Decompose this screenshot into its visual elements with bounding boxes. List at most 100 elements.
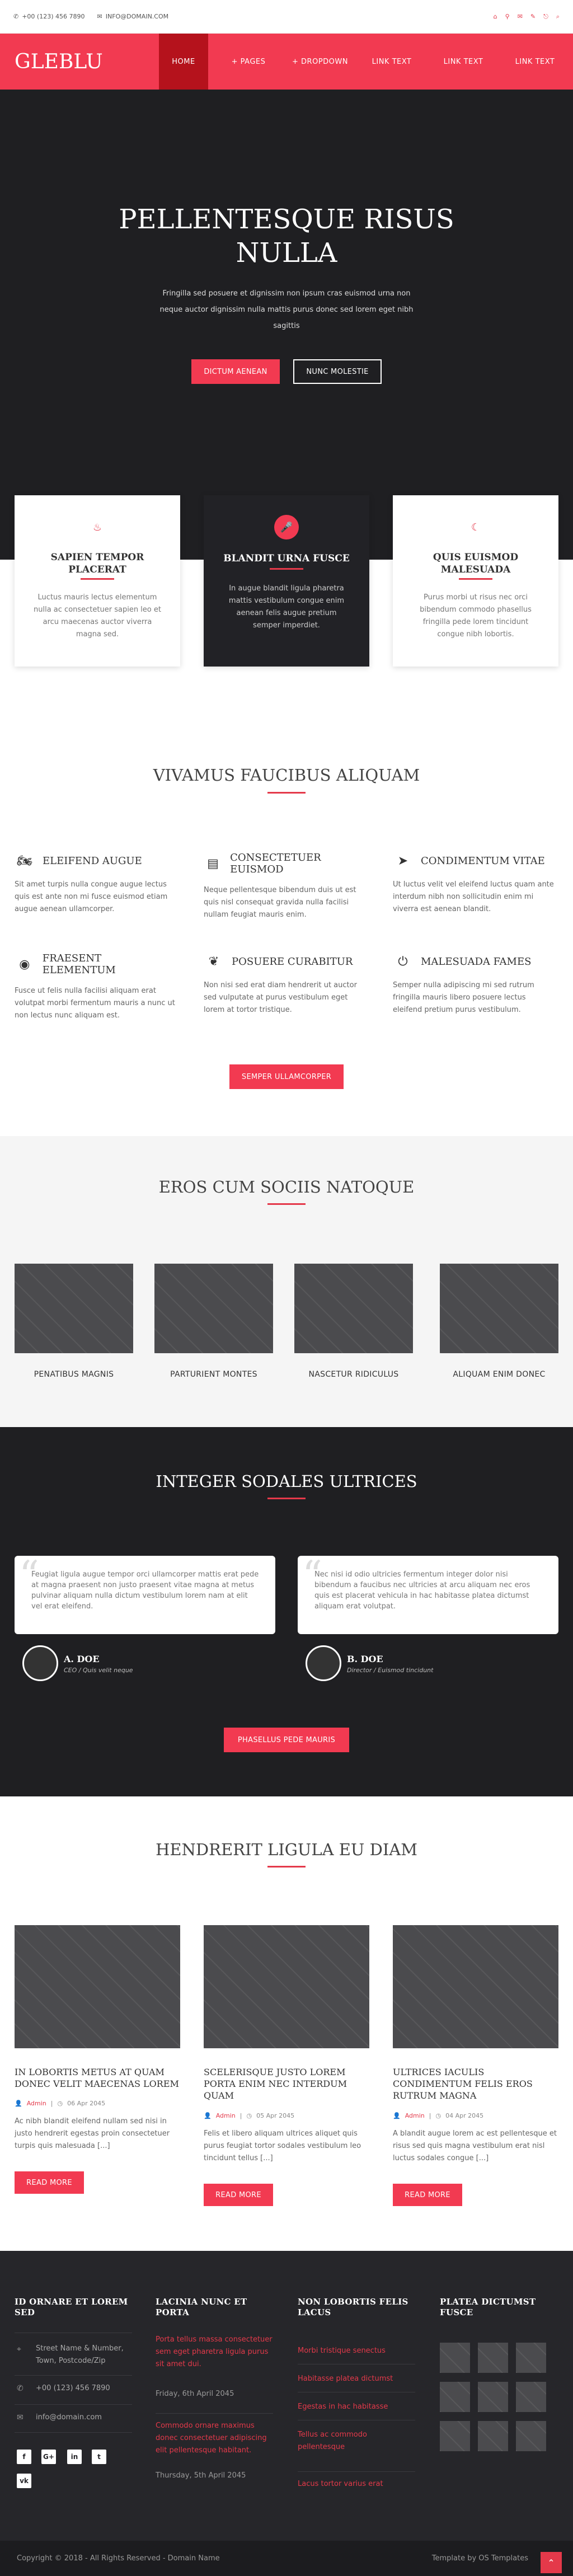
footer-link[interactable]: Tellus ac commodo pellentesque xyxy=(298,2429,387,2453)
feature-text: Purus morbi ut risus nec orci bibendum c… xyxy=(420,593,532,639)
portfolio-caption[interactable]: PENATIBUS MAGNIS xyxy=(15,1370,133,1379)
email-icon[interactable]: ✉ xyxy=(518,13,523,20)
menu-item-link-1[interactable]: LINK TEXT xyxy=(358,34,425,90)
portfolio-caption[interactable]: ALIQUAM ENIM DONEC xyxy=(440,1370,558,1379)
facebook-icon[interactable]: f xyxy=(17,2450,31,2464)
portfolio-image[interactable] xyxy=(440,1264,558,1353)
menu-item-pages[interactable]: + PAGES xyxy=(215,34,282,90)
blog-divider xyxy=(267,1866,306,1868)
blog-post-title[interactable]: ULTRICES IACULIS CONDIMENTUM FELIS EROS … xyxy=(393,2066,558,2101)
avatar xyxy=(306,1645,341,1681)
portfolio-image[interactable] xyxy=(154,1264,273,1353)
service-item-6: ⏻ MALESUADA FAMES Semper nulla adipiscing… xyxy=(393,952,555,1016)
read-more-button[interactable]: READ MORE xyxy=(393,2184,462,2206)
feature-box-1: ♨ SAPIEN TEMPOR PLACERAT Luctus mauris l… xyxy=(15,495,180,667)
services-button[interactable]: SEMPER ULLAMCORPER xyxy=(229,1064,344,1089)
template-credit[interactable]: Template by OS Templates xyxy=(432,2554,528,2563)
read-more-button[interactable]: READ MORE xyxy=(15,2171,84,2194)
blog-image[interactable] xyxy=(393,1925,558,2048)
top-bar: ✆ +00 (123) 456 7890 ✉ INFO@DOMAIN.COM ⌂… xyxy=(0,0,573,34)
main-menu: HOME + PAGES + DROPDOWN LINK TEXT LINK T… xyxy=(159,34,573,90)
footer-col2-title: LACINIA NUNC ET PORTA xyxy=(156,2297,247,2317)
blog-image[interactable] xyxy=(15,1925,180,2048)
divider xyxy=(15,2404,132,2405)
testimonials-button[interactable]: PHASELLUS PEDE MAURIS xyxy=(224,1728,349,1752)
service-title: POSUERE CURABITUR xyxy=(232,955,353,968)
service-item-5: ❦ POSUERE CURABITUR Non nisi sed erat dia… xyxy=(204,952,366,1016)
paper-plane-icon: ➤ xyxy=(397,853,408,868)
testimonial-card-1: “ Feugiat ligula augue tempor orci ullam… xyxy=(15,1552,275,1634)
envelope-icon: ✉ xyxy=(97,13,102,20)
footer-post-link[interactable]: Commodo ornare maximus donec consectetue… xyxy=(156,2420,273,2457)
menu-item-home[interactable]: HOME xyxy=(159,34,208,90)
gallery-thumbnail[interactable] xyxy=(440,2421,470,2451)
portfolio-divider xyxy=(267,1203,306,1205)
motorcycle-icon: 🏍 xyxy=(17,853,32,868)
gallery-thumbnail[interactable] xyxy=(440,2343,470,2373)
blog-author[interactable]: Admin xyxy=(405,2112,425,2119)
blog-image[interactable] xyxy=(204,1925,369,2048)
gallery-thumbnail[interactable] xyxy=(516,2382,546,2412)
checkin-icon[interactable]: ⎋ xyxy=(543,13,548,21)
site-logo[interactable]: GLEBLU xyxy=(0,50,159,73)
blog-post-title[interactable]: SCELERISQUE JUSTO LOREM PORTA ENIM NEC I… xyxy=(204,2066,369,2101)
read-more-button[interactable]: READ MORE xyxy=(204,2184,273,2206)
avatar xyxy=(22,1645,58,1681)
linkedin-icon[interactable]: in xyxy=(67,2450,82,2464)
menu-item-link-2[interactable]: LINK TEXT xyxy=(430,34,497,90)
gallery-thumbnail[interactable] xyxy=(440,2382,470,2412)
home-icon[interactable]: ⌂ xyxy=(494,13,497,20)
feature-box-2: 🎤 BLANDIT URNA FUSCE In augue blandit li… xyxy=(204,495,369,667)
portfolio-image[interactable] xyxy=(15,1264,133,1353)
footer-post-link[interactable]: Porta tellus massa consectetuer sem eget… xyxy=(156,2334,273,2371)
portfolio-image[interactable] xyxy=(294,1264,413,1353)
footer-link[interactable]: Egestas in hac habitasse xyxy=(298,2401,388,2413)
leaf-icon: ❦ xyxy=(208,954,219,969)
menu-item-dropdown[interactable]: + DROPDOWN xyxy=(286,34,354,90)
gallery-thumbnail[interactable] xyxy=(478,2421,508,2451)
testimonial-name: B. DOE xyxy=(347,1654,383,1664)
blog-author[interactable]: Admin xyxy=(216,2112,236,2119)
service-title: ELEIFEND AUGUE xyxy=(43,855,142,867)
blog-author[interactable]: Admin xyxy=(27,2100,46,2107)
footer-email[interactable]: info@domain.com xyxy=(36,2413,102,2422)
hero-text: Fringilla sed posuere et dignissim non i… xyxy=(159,289,414,330)
footer-link[interactable]: Morbi tristique senectus xyxy=(298,2345,386,2357)
gallery-thumbnail[interactable] xyxy=(516,2421,546,2451)
service-text: Sit amet turpis nulla congue augue lectu… xyxy=(15,880,168,913)
testimonials-divider xyxy=(267,1498,306,1499)
contact-info: ✆ +00 (123) 456 7890 ✉ INFO@DOMAIN.COM xyxy=(13,13,168,20)
service-text: Neque pellentesque bibendum duis ut est … xyxy=(204,886,356,919)
hero-secondary-button[interactable]: NUNC MOLESTIE xyxy=(293,359,382,384)
search-icon[interactable]: ⚲ xyxy=(505,13,510,20)
google-plus-icon[interactable]: G+ xyxy=(41,2450,56,2464)
feature-divider xyxy=(270,568,303,570)
user-icon: 👤 xyxy=(15,2100,22,2107)
portfolio-caption[interactable]: PARTURIENT MONTES xyxy=(154,1370,273,1379)
service-text: Ut luctus velit vel eleifend luctus quam… xyxy=(393,880,554,913)
edit-icon[interactable]: ✎ xyxy=(530,13,536,20)
feature-box-3: ☾ QUIS EUISMOD MALESUADA Purus morbi ut … xyxy=(393,495,558,667)
footer-link[interactable]: Habitasse platea dictumst xyxy=(298,2373,393,2385)
power-icon: ⏻ xyxy=(398,954,408,969)
blog-post-title[interactable]: IN LOBORTIS METUS AT QUAM DONEC VELIT MA… xyxy=(15,2066,180,2090)
envelope-icon: ✉ xyxy=(17,2413,24,2422)
gallery-thumbnail[interactable] xyxy=(478,2382,508,2412)
email-text[interactable]: INFO@DOMAIN.COM xyxy=(106,13,168,20)
vk-icon[interactable]: vk xyxy=(17,2474,31,2488)
email-contact[interactable]: ✉ INFO@DOMAIN.COM xyxy=(97,13,169,20)
service-text: Non nisi sed erat diam hendrerit ut auct… xyxy=(204,981,357,1014)
portfolio-caption[interactable]: NASCETUR RIDICULUS xyxy=(294,1370,413,1379)
menu-item-link-3[interactable]: LINK TEXT xyxy=(501,34,569,90)
search-icon[interactable]: ⌕ xyxy=(556,13,560,21)
phone-text: +00 (123) 456 7890 xyxy=(22,13,85,20)
back-to-top-button[interactable]: ⌃ xyxy=(541,2552,562,2573)
twitter-icon[interactable]: t xyxy=(92,2450,106,2464)
hero-primary-button[interactable]: DICTUM AENEAN xyxy=(191,359,280,384)
footer-link[interactable]: Lacus tortor varius erat xyxy=(298,2478,383,2490)
hero-section: PELLENTESQUE RISUS NULLA Fringilla sed p… xyxy=(0,90,573,560)
testimonial-text: Nec nisi id odio ultricies fermentum int… xyxy=(314,1570,530,1611)
blog-date: 05 Apr 2045 xyxy=(256,2112,295,2119)
gallery-thumbnail[interactable] xyxy=(516,2343,546,2373)
gallery-thumbnail[interactable] xyxy=(478,2343,508,2373)
